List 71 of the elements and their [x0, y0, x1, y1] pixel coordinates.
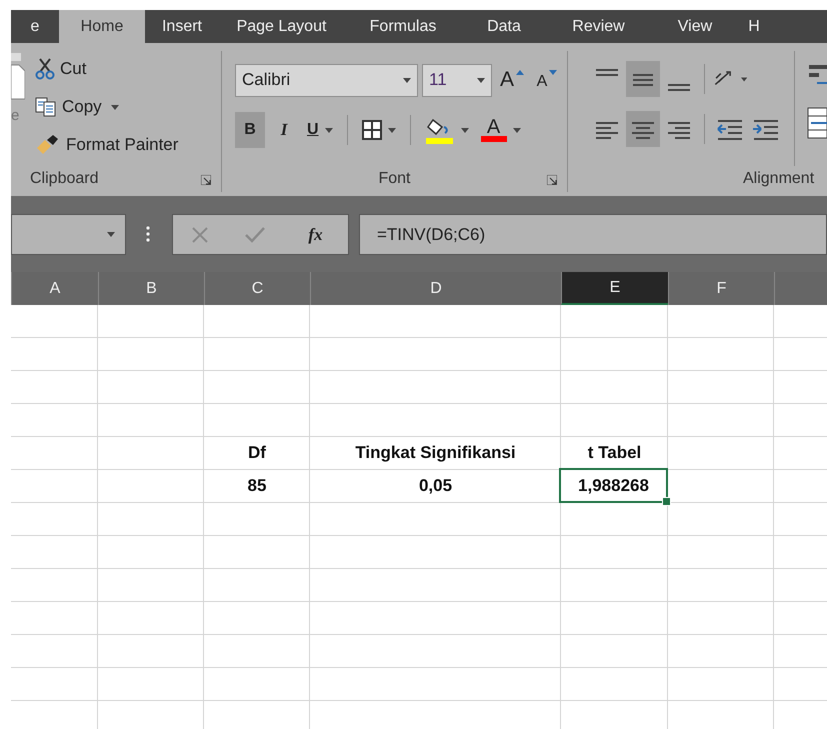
copy-icon [35, 97, 57, 117]
merge-cells-icon [807, 107, 827, 139]
table-cell[interactable]: 85 [204, 470, 310, 502]
brush-icon [35, 134, 61, 156]
table-cell[interactable]: Df [204, 437, 310, 469]
cut-button[interactable]: Cut [35, 55, 178, 83]
column-header[interactable]: E [561, 272, 668, 305]
scissors-icon [35, 58, 55, 80]
name-box[interactable] [11, 214, 126, 255]
increase-indent-icon [752, 118, 780, 140]
caret-icon [740, 76, 747, 82]
column-header[interactable]: F [668, 272, 774, 305]
group-label: Font [378, 170, 410, 188]
font-size-field[interactable]: 11 [422, 64, 492, 96]
paint-bucket-icon [424, 116, 455, 144]
font-color-button[interactable]: A [476, 112, 525, 148]
column-header[interactable]: D [310, 272, 561, 305]
caret-icon [403, 78, 411, 82]
down-triangle-icon [549, 70, 558, 75]
bold-button[interactable]: B [235, 112, 265, 148]
check-icon [244, 226, 266, 244]
caret-icon [107, 232, 115, 237]
column-header[interactable]: B [98, 272, 204, 305]
dialog-launcher-icon [547, 175, 557, 185]
align-right-icon [666, 119, 692, 139]
ribbon-tab[interactable]: Insert [145, 10, 219, 43]
fill-handle[interactable] [662, 497, 671, 506]
ribbon-tab[interactable]: View [651, 10, 739, 43]
table-cell[interactable]: 1,988268 [559, 468, 668, 503]
table-cell[interactable]: t Tabel [561, 437, 668, 469]
font-name-field[interactable]: Calibri [235, 64, 418, 96]
caret-icon [460, 128, 469, 132]
underline-button[interactable]: U [303, 112, 337, 148]
copy-button[interactable]: Copy [35, 93, 178, 121]
borders-icon [362, 120, 382, 140]
table-cell[interactable]: 0,05 [310, 470, 561, 502]
caret-icon [324, 128, 333, 132]
align-center-icon [630, 119, 656, 139]
caret-icon [512, 128, 521, 132]
more-icon [146, 226, 150, 242]
insert-function-button[interactable]: fx [300, 216, 330, 252]
italic-button[interactable]: I [269, 112, 299, 148]
decrease-indent-icon [716, 118, 744, 140]
format-painter-button[interactable]: Format Painter [35, 131, 178, 159]
column-header[interactable]: C [204, 272, 310, 305]
table-cell[interactable]: Tingkat Signifikansi [310, 437, 561, 469]
align-left-icon [594, 119, 620, 139]
align-bottom-icon [668, 84, 690, 91]
grow-font-button[interactable]: A [496, 62, 528, 98]
middle-align-button[interactable] [626, 61, 660, 97]
group-label: Alignment [743, 170, 814, 188]
paste-icon [11, 51, 25, 101]
ribbon-tab[interactable]: Page Layout [219, 10, 344, 43]
group-label: Clipboard [30, 170, 98, 188]
ribbon-tab[interactable]: H [739, 10, 769, 43]
column-header[interactable]: A [11, 272, 98, 305]
ribbon-tab[interactable]: Review [546, 10, 651, 43]
dialog-launcher-icon [201, 175, 211, 185]
center-button[interactable] [626, 111, 660, 147]
ribbon-tab[interactable]: e [11, 10, 59, 43]
formula-field[interactable]: =TINV(D6;C6) [359, 214, 827, 255]
align-top-icon [596, 69, 618, 76]
ribbon-tab[interactable]: Home [59, 10, 145, 43]
caret-icon [110, 104, 119, 110]
ribbon-tab[interactable]: Formulas [344, 10, 462, 43]
caret-icon [388, 128, 396, 132]
caret-icon [477, 78, 485, 82]
cancel-icon [190, 226, 208, 244]
shrink-font-button[interactable]: A [532, 62, 562, 98]
ribbon-tab[interactable]: Data [462, 10, 546, 43]
up-triangle-icon [516, 70, 524, 75]
